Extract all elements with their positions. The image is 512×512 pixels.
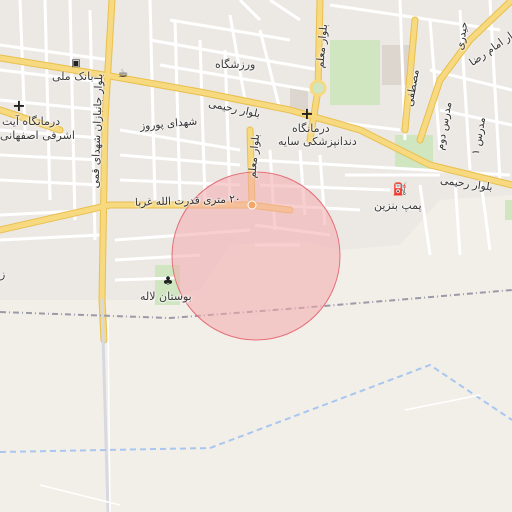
- hospital-cross-icon[interactable]: +: [300, 104, 314, 123]
- park-area: [330, 40, 380, 105]
- bank-icon[interactable]: ▣: [69, 56, 83, 70]
- waterway: [0, 363, 512, 453]
- poi-label: دندانپزشکی سایه: [278, 135, 357, 148]
- hospital-cross-icon[interactable]: +: [12, 96, 26, 115]
- map-view[interactable]: ▣ ☕ + + ⛽ ♣ بانک ملی ورزشگاه بلوار معلم …: [0, 0, 512, 512]
- poi-label: اشرفی اصفهانی: [0, 129, 75, 142]
- poi-label: درمانگاه آیت: [2, 115, 61, 128]
- roundabout-icon: [309, 79, 327, 97]
- park-area: [505, 200, 512, 220]
- tree-icon[interactable]: ♣: [161, 274, 175, 288]
- poi-label: درمانگاه: [292, 122, 330, 135]
- cafe-icon[interactable]: ☕: [116, 66, 130, 80]
- track: [404, 394, 481, 411]
- poi-label: بانک ملی: [52, 70, 94, 83]
- poi-label: پمپ بنزین: [374, 199, 422, 212]
- poi-label: بوستان لاله: [140, 290, 192, 303]
- area-label: ورزشگاه: [215, 58, 256, 71]
- edge-label: ز: [0, 268, 6, 281]
- center-marker[interactable]: [247, 200, 257, 210]
- fuel-pump-icon[interactable]: ⛽: [393, 182, 408, 196]
